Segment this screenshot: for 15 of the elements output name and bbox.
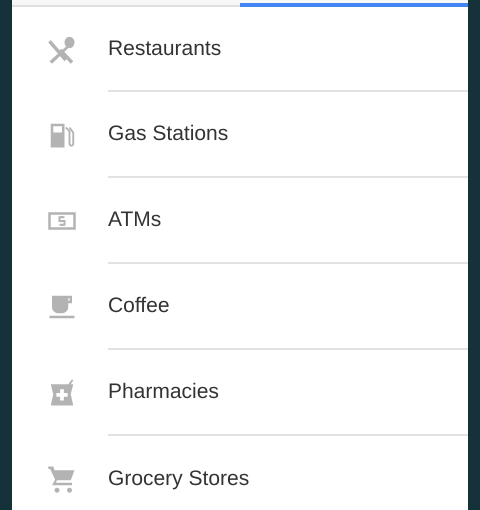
shopping-cart-icon [47,464,77,494]
category-label: Restaurants [108,36,222,62]
category-item[interactable]: Restaurants [12,7,468,92]
category-label: Grocery Stores [108,466,250,492]
tab-indicator[interactable] [240,3,468,7]
category-item[interactable]: Pharmacies [12,350,468,436]
category-label: Pharmacies [108,379,219,406]
category-label: ATMs [108,207,162,234]
category-item[interactable]: Grocery Stores [12,436,468,510]
category-item[interactable]: Gas Stations [12,92,468,178]
category-item[interactable]: ATMs [12,178,468,264]
category-label: Gas Stations [108,121,228,148]
fork-spoon-icon [47,34,77,64]
category-item[interactable]: Coffee [12,264,468,350]
category-label: Coffee [108,293,170,320]
